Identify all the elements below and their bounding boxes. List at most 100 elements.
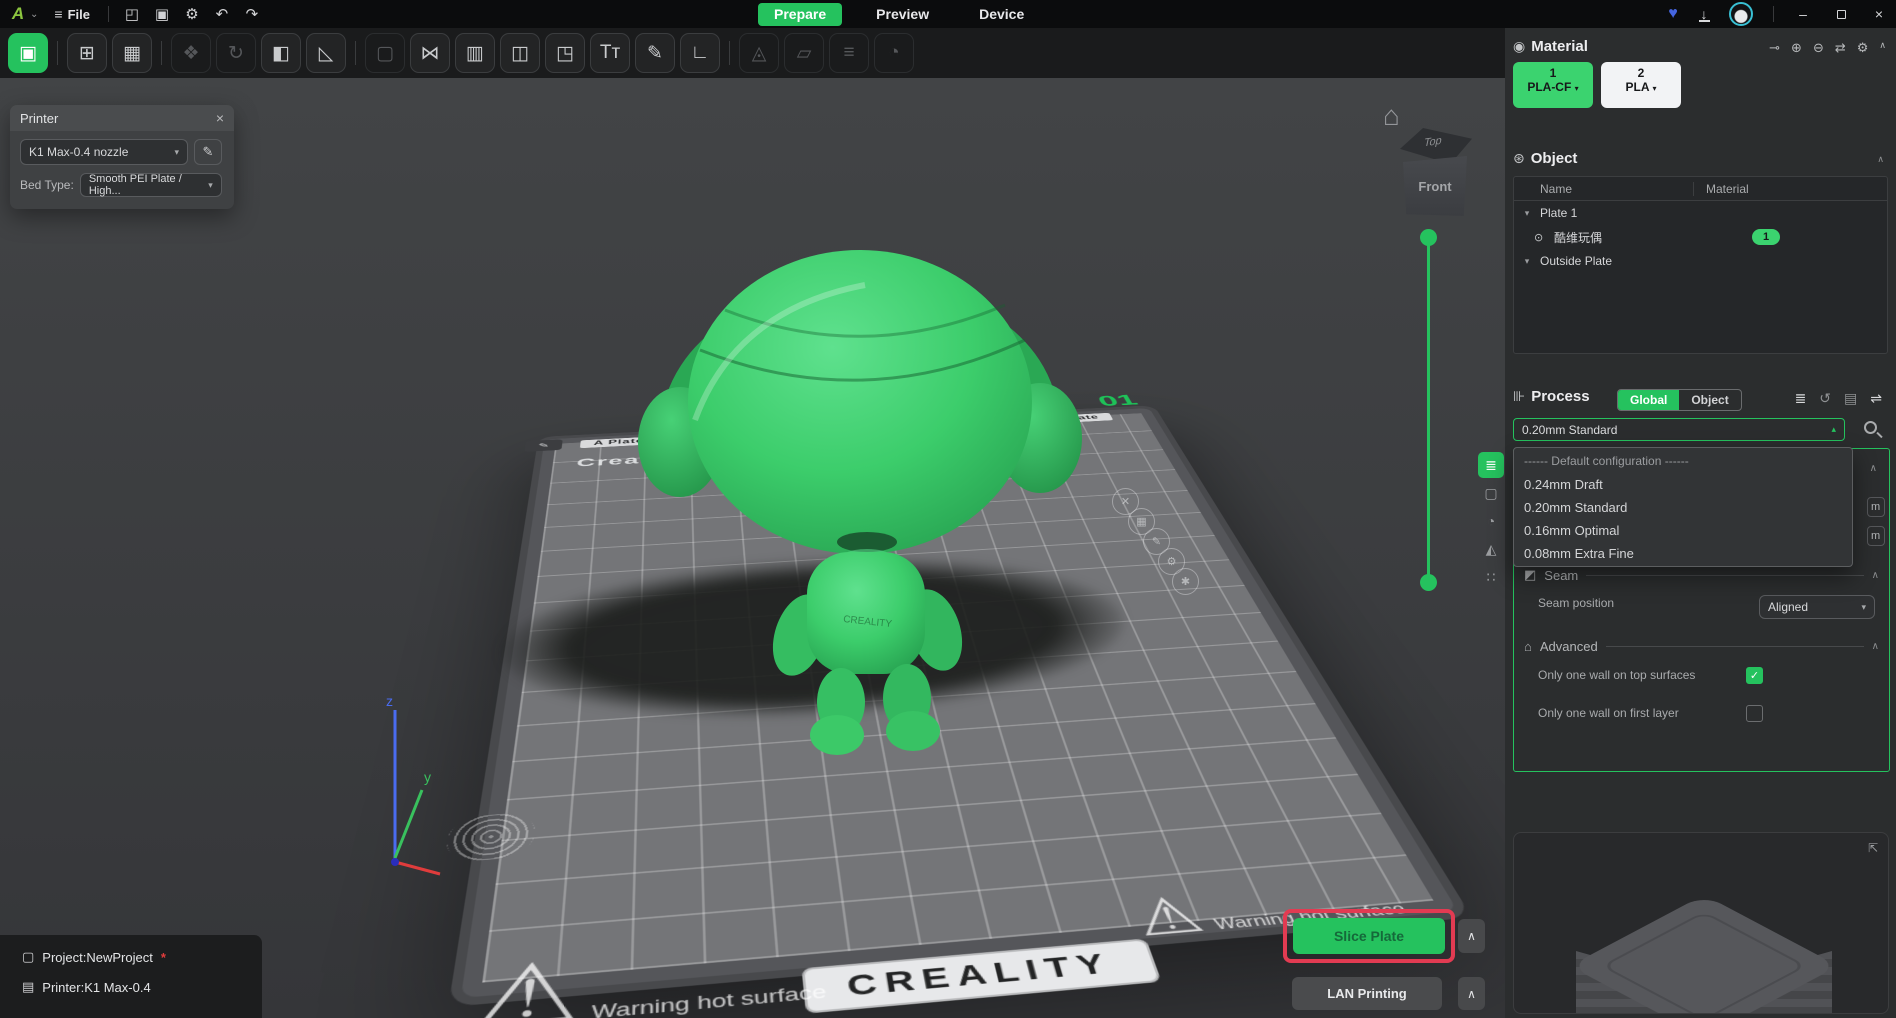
preset-list-icon[interactable]: ≣	[1795, 390, 1807, 407]
redo-icon[interactable]: ↷	[237, 5, 267, 23]
tab-prepare[interactable]: Prepare	[758, 3, 842, 26]
settings-gear-icon[interactable]: ⚙	[177, 5, 207, 23]
table-row-plate1[interactable]: ▾ Plate 1	[1514, 201, 1887, 225]
search-icon[interactable]	[1864, 421, 1877, 434]
only-one-wall-top-checkbox[interactable]: ✓	[1746, 667, 1763, 684]
add-model-button[interactable]: ⊞	[67, 33, 107, 73]
close-icon[interactable]: ×	[216, 110, 224, 126]
auto-arrange-button[interactable]: ◧	[261, 33, 301, 73]
material-settings-icon[interactable]: ⚙	[1857, 40, 1869, 56]
cube-face-front[interactable]: Front	[1403, 156, 1467, 216]
hollow-icon: ◳	[556, 42, 574, 65]
rotate-button[interactable]: ↻	[216, 33, 256, 73]
expander-icon[interactable]: ▾	[1514, 256, 1540, 267]
clone-button[interactable]: ▥	[455, 33, 495, 73]
collapse-icon[interactable]: ∧	[1872, 641, 1879, 652]
table-row-model[interactable]: ⊙ 酷维玩偶 1	[1514, 225, 1887, 249]
dropdown-option-extra-fine[interactable]: 0.08mm Extra Fine	[1514, 542, 1852, 565]
dropdown-option-optimal[interactable]: 0.16mm Optimal	[1514, 519, 1852, 542]
material-feed-icon[interactable]: ⊸	[1769, 40, 1780, 56]
file-menu[interactable]: ≡ File	[44, 6, 100, 22]
history-icon[interactable]: ↺	[1819, 390, 1831, 407]
creality-logo[interactable]: A	[6, 4, 30, 24]
measure-button[interactable]: ∟	[680, 33, 720, 73]
category-others[interactable]: ∷	[1478, 564, 1504, 590]
seam-position-select[interactable]: Aligned ▾	[1759, 595, 1875, 619]
height-range-button[interactable]: ≡	[829, 33, 869, 73]
dropdown-option-standard[interactable]: 0.20mm Standard	[1514, 496, 1852, 519]
plate-settings-icon: ▣	[19, 42, 37, 65]
material-remove-icon[interactable]: ⊖	[1813, 40, 1824, 56]
scope-object-tab[interactable]: Object	[1679, 390, 1740, 410]
viewport-3d[interactable]: ✎ A Plate pleas... A Plate 01 Creality S…	[0, 78, 1505, 1018]
printer-select[interactable]: K1 Max-0.4 nozzle ▾	[20, 139, 188, 165]
minimize-button[interactable]: –	[1786, 0, 1820, 28]
orientation-cube[interactable]: Top Front	[1398, 128, 1474, 218]
save-icon[interactable]: ▣	[147, 5, 177, 23]
material-add-icon[interactable]: ⊕	[1791, 40, 1802, 56]
color-paint-button[interactable]: ◔	[874, 33, 914, 73]
layer-range-slider[interactable]	[1427, 238, 1430, 582]
category-speed[interactable]: ◔	[1478, 508, 1504, 534]
expand-icon[interactable]: ⇱	[1868, 841, 1878, 855]
material-swap-icon[interactable]: ⇄	[1835, 40, 1846, 56]
plate-action-settings[interactable]: ✱	[1172, 568, 1199, 595]
add-plate-button[interactable]: ▦	[112, 33, 152, 73]
split-button[interactable]: ◫	[500, 33, 540, 73]
mirror-button[interactable]: ⋈	[410, 33, 450, 73]
tab-device[interactable]: Device	[963, 3, 1040, 26]
dropdown-option-draft[interactable]: 0.24mm Draft	[1514, 473, 1852, 496]
plate-edit-icon[interactable]: ✎	[524, 439, 562, 452]
material-badge[interactable]: 1	[1752, 229, 1780, 245]
model-3d-figure[interactable]: CREALITY	[575, 190, 1135, 790]
favorites-heart-icon[interactable]: ♥	[1659, 5, 1687, 23]
sync-preset-icon[interactable]: ⇌	[1870, 390, 1882, 407]
bed-type-select[interactable]: Smooth PEI Plate / High... ▾	[80, 173, 222, 197]
table-row-outside-plate[interactable]: ▾ Outside Plate	[1514, 249, 1887, 273]
category-plate[interactable]: ▢	[1478, 480, 1504, 506]
lan-printing-button[interactable]: LAN Printing	[1292, 977, 1442, 1010]
preset-select[interactable]: 0.20mm Standard ▴	[1513, 418, 1845, 441]
add-text-button[interactable]: Tт	[590, 33, 630, 73]
clip-button[interactable]: ▱	[784, 33, 824, 73]
maximize-button[interactable]	[1824, 0, 1858, 28]
printer-panel-header[interactable]: Printer ×	[10, 105, 234, 131]
edit-printer-button[interactable]: ✎	[194, 139, 222, 165]
download-icon[interactable]: ↓	[1691, 6, 1717, 22]
open-file-icon[interactable]: ◰	[117, 5, 147, 23]
close-button[interactable]: ×	[1862, 0, 1896, 28]
category-support[interactable]: ◭	[1478, 536, 1504, 562]
clone-icon: ▥	[466, 42, 484, 65]
slider-handle-bottom[interactable]	[1420, 574, 1437, 591]
object-collapse-icon[interactable]: ∧	[1877, 154, 1884, 165]
material-slot-2[interactable]: 2 PLA ▾	[1601, 62, 1681, 108]
seam-group-header[interactable]: ◩ Seam ∧	[1524, 567, 1879, 583]
save-preset-icon[interactable]: ▤	[1844, 390, 1857, 407]
chevron-up-icon: ▴	[1831, 424, 1836, 435]
advanced-group-header[interactable]: ⌂ Advanced ∧	[1524, 639, 1879, 654]
scope-global-tab[interactable]: Global	[1618, 390, 1679, 410]
material-collapse-icon[interactable]: ∧	[1879, 40, 1886, 56]
hollow-button[interactable]: ◳	[545, 33, 585, 73]
only-one-wall-first-checkbox[interactable]	[1746, 705, 1763, 722]
tab-preview[interactable]: Preview	[860, 3, 945, 26]
undo-icon[interactable]: ↶	[207, 5, 237, 23]
user-avatar[interactable]	[1729, 2, 1753, 26]
eye-visibility-icon[interactable]: ⊙	[1534, 231, 1554, 244]
select-region-button[interactable]: ▢	[365, 33, 405, 73]
collapse-icon[interactable]: ∧	[1872, 570, 1879, 581]
category-quality[interactable]: ≣	[1478, 452, 1504, 478]
draw-button[interactable]: ✎	[635, 33, 675, 73]
expander-icon[interactable]: ▾	[1514, 208, 1540, 219]
plate-settings-button[interactable]: ▣	[8, 33, 48, 73]
logo-caret-icon[interactable]: ⌄	[30, 9, 38, 20]
section-collapse-icon[interactable]: ∧	[1870, 463, 1877, 474]
material-slot-1[interactable]: 1 PLA-CF ▾	[1513, 62, 1593, 108]
support-paint-button[interactable]: ◬	[739, 33, 779, 73]
lay-on-face-button[interactable]: ◺	[306, 33, 346, 73]
slice-options-button[interactable]: ∧	[1458, 919, 1485, 953]
move-button[interactable]: ❖	[171, 33, 211, 73]
lan-options-button[interactable]: ∧	[1458, 977, 1485, 1010]
slice-plate-button[interactable]: Slice Plate	[1293, 918, 1445, 954]
slider-handle-top[interactable]	[1420, 229, 1437, 246]
